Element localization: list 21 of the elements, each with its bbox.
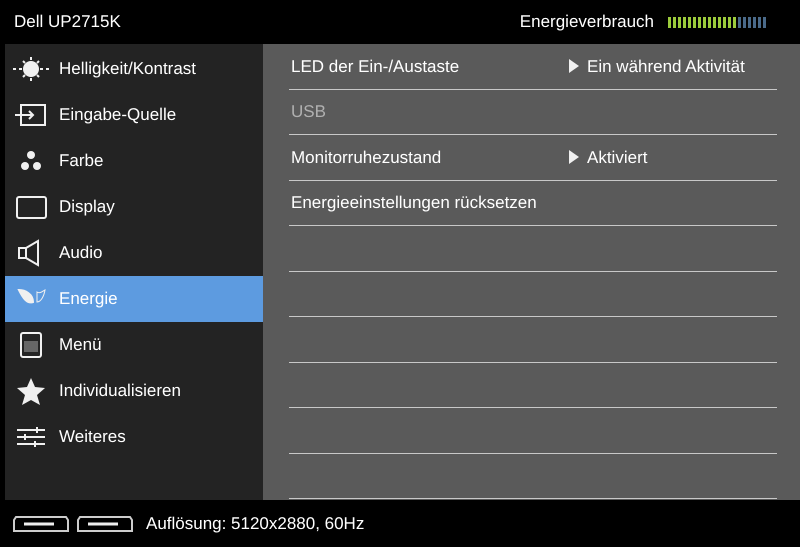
sidebar-item[interactable]: Menü [5,322,263,368]
sidebar-item[interactable]: Farbe [5,138,263,184]
sidebar-item[interactable]: Display [5,184,263,230]
setting-value: Aktiviert [587,146,648,168]
setting-value: Ein während Aktivität [587,56,745,78]
triangle-icon [569,59,579,74]
setting-label[interactable]: LED der Ein-/Austaste [291,54,460,79]
monitor-title: Dell UP2715K [14,11,121,34]
triangle-icon [569,150,579,164]
sidebar-item[interactable]: Weiteres [5,414,263,460]
brightness-icon [11,54,51,84]
status-text: Auflösung: 5120x2880, 60Hz [146,512,364,535]
port-icon [12,514,70,532]
sidebar-item[interactable]: Helligkeit/Kontrast [5,46,263,92]
sidebar-item[interactable]: Individualisieren [5,368,263,414]
meter-label: Energieverbrauch [520,11,654,34]
setting-label[interactable]: Monitorruhezustand [291,144,442,170]
port-icon [76,514,134,532]
sidebar-item[interactable]: Eingabe-Quelle [5,92,263,138]
sidebar-item[interactable]: Audio [5,230,263,276]
setting-label[interactable]: Energieeinstellungen rücksetzen [291,190,537,216]
